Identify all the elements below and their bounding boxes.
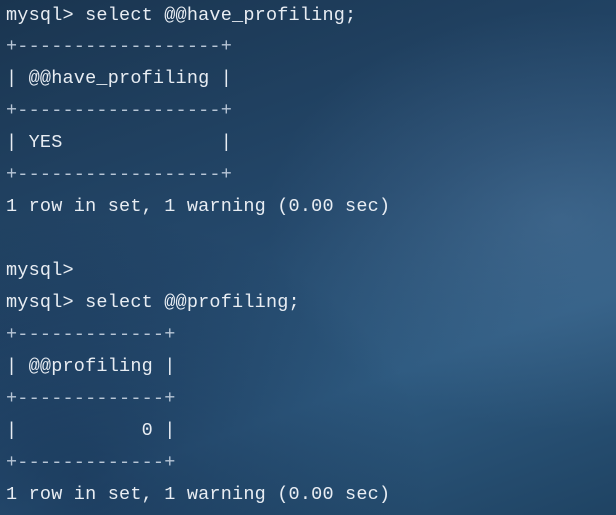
table-header-have-profiling: | @@have_profiling | bbox=[6, 68, 233, 89]
table2-row-profiling-value: | 0 | bbox=[6, 420, 176, 441]
table-border-top: +------------------+ bbox=[6, 36, 233, 57]
table2-border-bottom: +-------------+ bbox=[6, 452, 176, 473]
table2-header-profiling: | @@profiling | bbox=[6, 356, 176, 377]
table-row-have-profiling-value: | YES | bbox=[6, 132, 233, 153]
result-summary-1: 1 row in set, 1 warning (0.00 sec) bbox=[6, 196, 391, 217]
table-border-bottom: +------------------+ bbox=[6, 164, 233, 185]
empty-prompt-line: mysql> bbox=[6, 260, 74, 281]
table2-border-header: +-------------+ bbox=[6, 388, 176, 409]
result-summary-2: 1 row in set, 1 warning (0.00 sec) bbox=[6, 484, 391, 505]
command-line-profiling: mysql> select @@profiling; bbox=[6, 292, 300, 313]
terminal-window[interactable]: mysql> select @@have_profiling; +-------… bbox=[0, 0, 616, 515]
table2-border-top: +-------------+ bbox=[6, 324, 176, 345]
table-border-header: +------------------+ bbox=[6, 100, 233, 121]
command-line-have-profiling: mysql> select @@have_profiling; bbox=[6, 5, 357, 26]
